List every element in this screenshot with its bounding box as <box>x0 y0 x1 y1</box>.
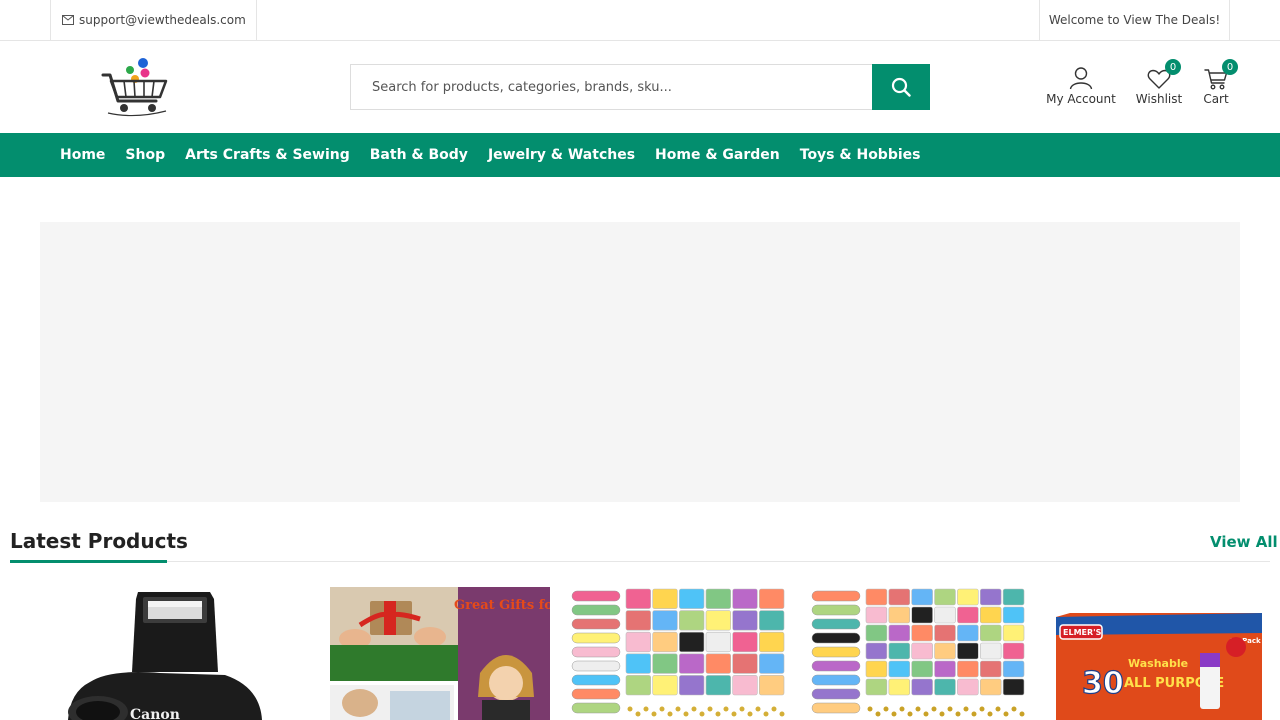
bead-kit-2-product-image <box>810 587 1030 720</box>
gift-book-title-text: Great Gifts for Your Kids <box>454 598 550 613</box>
cart-logo-icon <box>101 58 168 117</box>
section-title-underline <box>10 560 167 563</box>
search-bar <box>350 64 930 110</box>
top-bar: support@viewthedeals.com Welcome to View… <box>0 0 1280 41</box>
gift-book-product-image: Great Gifts for Your Kids <box>330 587 550 720</box>
nav-item-arts-crafts-sewing[interactable]: Arts Crafts & Sewing <box>185 147 350 163</box>
glue-washable-text: Washable <box>1128 657 1188 670</box>
product-card-gift-book[interactable]: Great Gifts for Your Kids <box>330 587 550 720</box>
product-card-bead-kit[interactable] <box>570 587 790 720</box>
cart-count-badge: 0 <box>1222 59 1238 75</box>
nav-item-jewelry-watches[interactable]: Jewelry & Watches <box>488 147 635 163</box>
nav-item-home[interactable]: Home <box>60 147 105 163</box>
view-all-link[interactable]: View All <box>1210 533 1278 551</box>
product-card-camera[interactable]: Canon <box>50 587 270 720</box>
mail-icon <box>62 15 74 25</box>
support-email-text: support@viewthedeals.com <box>79 13 246 27</box>
main-nav: Home Shop Arts Crafts & Sewing Bath & Bo… <box>0 133 1280 177</box>
my-account-link[interactable]: My Account <box>1044 62 1118 106</box>
glue-brand-text: ELMER'S <box>1063 628 1102 637</box>
wishlist-label: Wishlist <box>1135 92 1183 106</box>
product-card-bead-kit-2[interactable] <box>810 587 1030 720</box>
nav-item-home-garden[interactable]: Home & Garden <box>655 147 780 163</box>
wishlist-link[interactable]: 0 Wishlist <box>1133 59 1185 106</box>
cart-link[interactable]: 0 Cart <box>1196 59 1238 106</box>
bead-kit-product-image <box>570 587 790 720</box>
nav-item-shop[interactable]: Shop <box>125 147 165 163</box>
user-icon <box>1069 67 1093 90</box>
welcome-message: Welcome to View The Deals! <box>1039 0 1230 40</box>
search-button[interactable] <box>872 64 930 110</box>
section-title: Latest Products <box>10 529 188 553</box>
site-logo[interactable] <box>100 57 170 117</box>
product-card-glue[interactable]: ELMER'S 30 Pack 30 Washable ALL PURPOSE <box>1050 587 1272 720</box>
glue-count-text: 30 <box>1082 666 1124 701</box>
nav-item-toys-hobbies[interactable]: Toys & Hobbies <box>800 147 921 163</box>
camera-brand-text: Canon <box>130 707 180 720</box>
support-email[interactable]: support@viewthedeals.com <box>50 0 257 40</box>
wishlist-count-badge: 0 <box>1165 59 1181 75</box>
search-input[interactable] <box>350 64 872 110</box>
my-account-label: My Account <box>1046 92 1116 106</box>
search-icon <box>891 77 911 97</box>
camera-product-image: Canon <box>50 587 270 720</box>
hero-banner <box>40 222 1240 502</box>
section-divider <box>10 561 1270 562</box>
cart-label: Cart <box>1203 92 1229 106</box>
glue-product-image: ELMER'S 30 Pack 30 Washable ALL PURPOSE <box>1056 613 1262 720</box>
nav-item-bath-body[interactable]: Bath & Body <box>370 147 468 163</box>
